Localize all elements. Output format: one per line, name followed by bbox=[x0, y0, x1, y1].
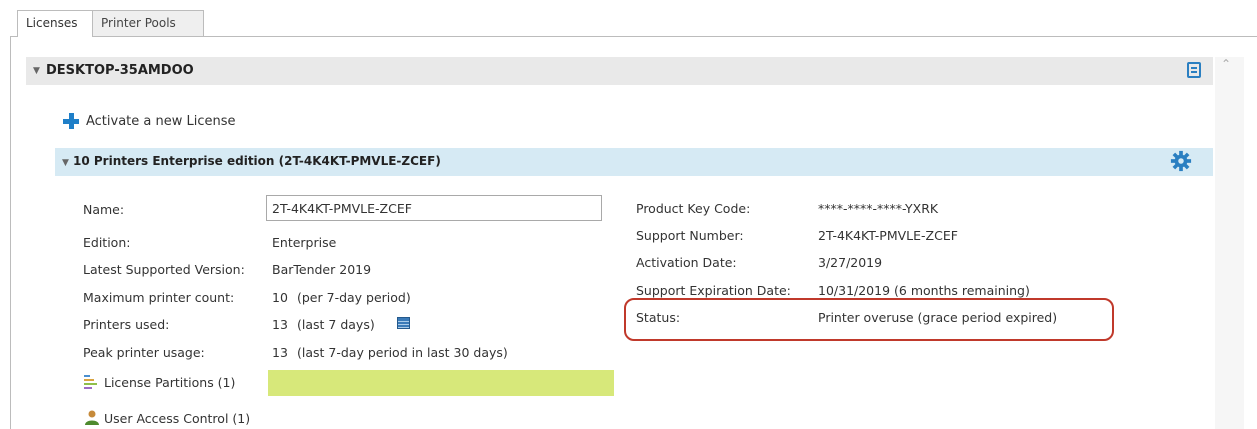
plus-icon[interactable] bbox=[63, 113, 79, 129]
field-note-printers-used: (last 7 days) bbox=[297, 317, 375, 332]
scroll-up-icon[interactable]: ⌃ bbox=[1221, 57, 1231, 71]
field-value-status: Printer overuse (grace period expired) bbox=[818, 310, 1058, 325]
licenses-panel bbox=[10, 36, 1257, 429]
field-label-product-key: Product Key Code: bbox=[636, 201, 751, 216]
field-label-edition: Edition: bbox=[83, 235, 131, 250]
license-partitions-link[interactable]: License Partitions (1) bbox=[104, 375, 235, 390]
field-label-status: Status: bbox=[636, 310, 681, 325]
list-view-icon[interactable] bbox=[1187, 62, 1201, 78]
name-field-value[interactable]: 2T-4K4KT-PMVLE-ZCEF bbox=[272, 201, 412, 216]
field-label-activation-date: Activation Date: bbox=[636, 255, 737, 270]
user-access-control-link[interactable]: User Access Control (1) bbox=[104, 411, 250, 426]
tab-bar: Licenses Printer Pools bbox=[0, 0, 1257, 37]
chevron-down-icon[interactable]: ▼ bbox=[62, 158, 69, 168]
field-note-peak-usage: (last 7-day period in last 30 days) bbox=[297, 345, 508, 360]
field-label-peak-usage: Peak printer usage: bbox=[83, 345, 205, 360]
partition-usage-bar bbox=[268, 370, 614, 396]
field-value-activation-date: 3/27/2019 bbox=[818, 255, 883, 270]
field-label-max-printers: Maximum printer count: bbox=[83, 290, 235, 305]
field-value-support-expiration: 10/31/2019 (6 months remaining) bbox=[818, 283, 1030, 298]
field-value-printers-used: 13 bbox=[272, 317, 288, 332]
field-value-edition: Enterprise bbox=[272, 235, 337, 250]
tab-printer-pools[interactable]: Printer Pools bbox=[92, 10, 204, 36]
field-label-support-expiration: Support Expiration Date: bbox=[636, 283, 791, 298]
vertical-scrollbar[interactable] bbox=[1215, 57, 1244, 429]
field-note-max-printers: (per 7-day period) bbox=[297, 290, 411, 305]
machine-name: DESKTOP-35AMDOO bbox=[46, 63, 194, 78]
license-title: 10 Printers Enterprise edition (2T-4K4KT… bbox=[73, 154, 441, 168]
field-label-latest-version: Latest Supported Version: bbox=[83, 262, 245, 277]
bar-chart-icon bbox=[84, 374, 98, 390]
tab-licenses[interactable]: Licenses bbox=[17, 10, 93, 37]
activate-license-link[interactable]: Activate a new License bbox=[86, 114, 236, 129]
field-value-product-key: ****-****-****-YXRK bbox=[818, 201, 939, 216]
field-value-latest-version: BarTender 2019 bbox=[272, 262, 372, 277]
chevron-down-icon[interactable]: ▼ bbox=[33, 66, 40, 76]
field-label-support-number: Support Number: bbox=[636, 228, 744, 243]
field-value-peak-usage: 13 bbox=[272, 345, 288, 360]
gear-icon[interactable] bbox=[1170, 150, 1192, 172]
printer-usage-table-icon[interactable] bbox=[397, 317, 410, 329]
field-value-max-printers: 10 bbox=[272, 290, 288, 305]
field-label-printers-used: Printers used: bbox=[83, 317, 170, 332]
field-value-support-number: 2T-4K4KT-PMVLE-ZCEF bbox=[818, 228, 958, 243]
field-label-name: Name: bbox=[83, 202, 125, 217]
machine-header[interactable] bbox=[26, 57, 1213, 85]
user-icon bbox=[85, 410, 99, 425]
